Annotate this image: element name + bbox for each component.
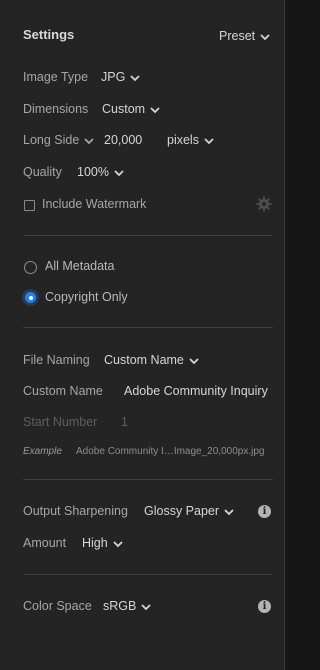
chevron-down-icon — [140, 602, 152, 612]
image-type-value: JPG — [101, 70, 126, 84]
watermark-label: Include Watermark — [42, 197, 147, 211]
dimensions-value: Custom — [102, 102, 146, 116]
long-side-label: Long Side — [23, 133, 80, 147]
image-type-label: Image Type — [23, 70, 89, 84]
unit-dropdown[interactable]: pixels — [167, 133, 215, 147]
chevron-down-icon — [129, 73, 141, 83]
divider — [23, 327, 273, 328]
chevron-down-icon — [112, 539, 124, 549]
custom-name-input[interactable]: Adobe Community Inquiry — [124, 384, 268, 398]
chevron-down-icon — [149, 105, 161, 115]
radio-all-metadata[interactable] — [24, 261, 37, 274]
color-space-dropdown[interactable]: sRGB — [103, 599, 152, 613]
preset-dropdown[interactable]: Preset — [219, 29, 271, 43]
amount-value: High — [82, 536, 108, 550]
chevron-down-icon — [188, 356, 200, 366]
start-number-label: Start Number — [23, 415, 98, 429]
chevron-down-icon — [259, 32, 271, 42]
example-value: Adobe Community I…Image_20,000px.jpg — [76, 446, 265, 457]
preset-label: Preset — [219, 29, 256, 43]
copyright-only-label: Copyright Only — [45, 290, 128, 304]
file-naming-dropdown[interactable]: Custom Name — [104, 353, 200, 367]
chevron-down-icon — [113, 168, 125, 178]
example-label: Example — [23, 446, 62, 457]
divider — [23, 479, 273, 480]
custom-name-label: Custom Name — [23, 384, 103, 398]
chevron-down-icon — [83, 136, 95, 146]
image-type-dropdown[interactable]: JPG — [101, 70, 141, 84]
gear-icon[interactable] — [256, 196, 272, 212]
dimensions-label: Dimensions — [23, 102, 89, 116]
quality-dropdown[interactable]: 100% — [77, 165, 125, 179]
start-number-input[interactable]: 1 — [121, 415, 128, 429]
divider — [23, 574, 273, 575]
output-sharpening-label: Output Sharpening — [23, 504, 128, 518]
amount-dropdown[interactable]: High — [82, 536, 124, 550]
long-side-input[interactable]: 20,000 — [104, 133, 142, 147]
chevron-down-icon — [223, 507, 235, 517]
watermark-checkbox[interactable] — [24, 200, 35, 211]
chevron-down-icon — [203, 136, 215, 146]
amount-label: Amount — [23, 536, 67, 550]
radio-copyright-only[interactable] — [25, 292, 36, 303]
long-side-dropdown[interactable]: Long Side — [23, 133, 95, 147]
quality-value: 100% — [77, 165, 109, 179]
info-icon[interactable]: i — [258, 600, 271, 613]
color-space-label: Color Space — [23, 599, 92, 613]
info-icon[interactable]: i — [258, 505, 271, 518]
file-naming-value: Custom Name — [104, 353, 184, 367]
file-naming-label: File Naming — [23, 353, 90, 367]
color-space-value: sRGB — [103, 599, 137, 613]
dimensions-dropdown[interactable]: Custom — [102, 102, 161, 116]
export-settings-panel: Settings Preset Image Type JPG Dimension… — [0, 0, 285, 670]
divider — [23, 235, 273, 236]
output-sharpening-dropdown[interactable]: Glossy Paper — [144, 504, 235, 518]
all-metadata-label: All Metadata — [45, 259, 115, 273]
panel-title: Settings — [23, 27, 75, 42]
output-sharpening-value: Glossy Paper — [144, 504, 220, 518]
quality-label: Quality — [23, 165, 62, 179]
unit-value: pixels — [167, 133, 199, 147]
